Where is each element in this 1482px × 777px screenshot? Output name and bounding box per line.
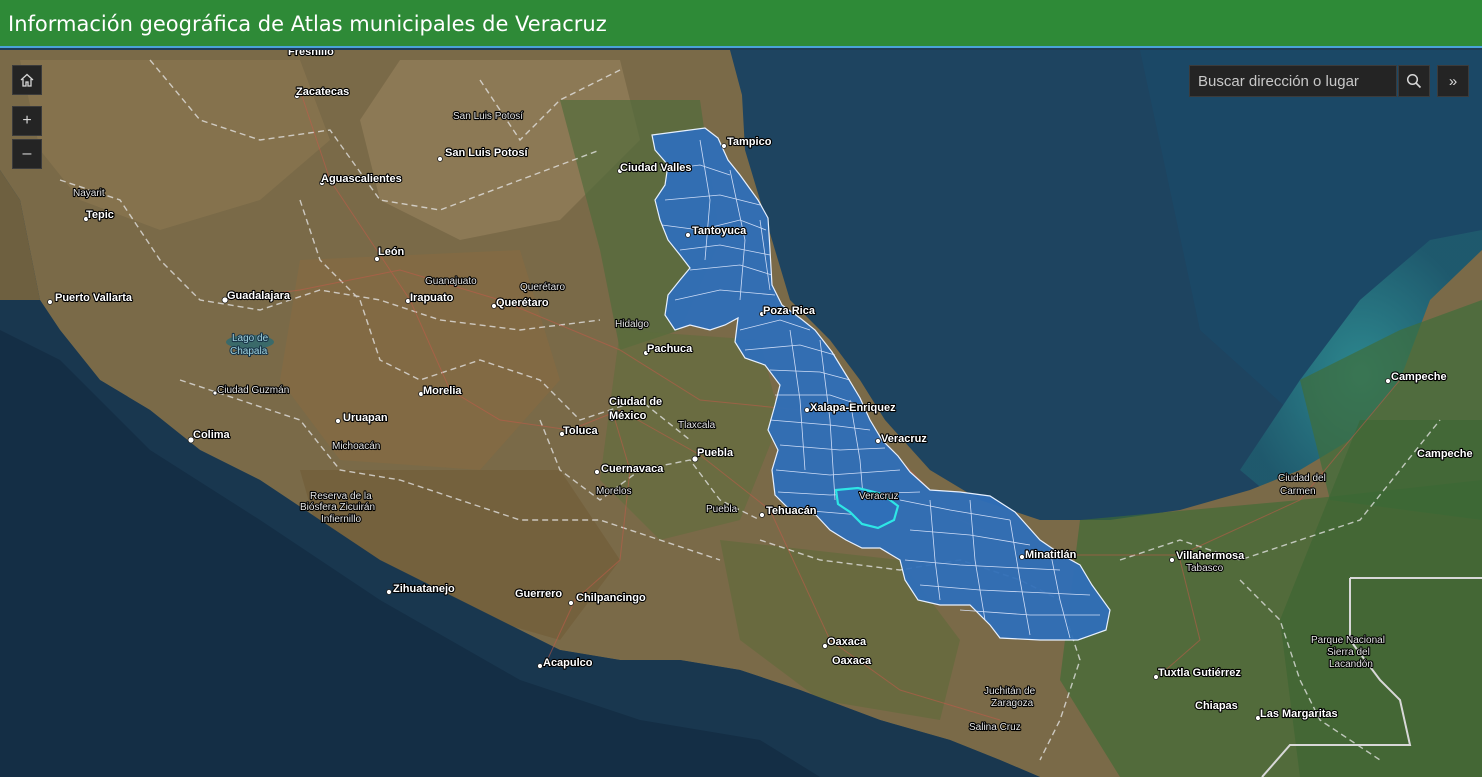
- satellite-basemap: Fresnillo Zacatecas San Luis Potosí San …: [0, 50, 1482, 777]
- search-box: [1189, 65, 1397, 97]
- place-label: Tampico: [727, 136, 772, 148]
- place-label: Veracruz: [881, 433, 927, 445]
- place-label: Irapuato: [410, 292, 454, 304]
- place-label: Villahermosa: [1176, 550, 1245, 562]
- place-label: Juchitán de: [984, 686, 1036, 697]
- place-label: Zihuatanejo: [393, 583, 455, 595]
- place-label: Ciudad del: [1278, 473, 1326, 484]
- place-label: Querétaro: [496, 297, 549, 309]
- zoom-out-button[interactable]: –: [12, 139, 42, 169]
- zoom-in-button[interactable]: +: [12, 106, 42, 136]
- place-label: Morelia: [423, 385, 462, 397]
- place-label: Ciudad de: [609, 396, 662, 408]
- place-label: Colima: [193, 429, 231, 441]
- place-label: Ciudad Guzmán: [217, 385, 289, 396]
- place-label: Toluca: [563, 425, 599, 437]
- place-label: Acapulco: [543, 657, 593, 669]
- app-title: Información geográfica de Atlas municipa…: [8, 12, 607, 36]
- place-label: Tabasco: [1186, 563, 1224, 574]
- place-label: Tuxtla Gutiérrez: [1158, 667, 1241, 679]
- place-label: Tlaxcala: [678, 420, 716, 431]
- place-label: Puebla: [697, 447, 734, 459]
- place-label: Morelos: [596, 486, 632, 497]
- place-label: Querétaro: [520, 282, 565, 293]
- place-label: Fresnillo: [288, 50, 334, 58]
- place-label: Guanajuato: [425, 276, 477, 287]
- place-label: Tepic: [86, 209, 114, 221]
- place-label: Cuernavaca: [601, 463, 664, 475]
- chevron-double-right-icon: »: [1448, 72, 1458, 90]
- place-label: Veracruz: [859, 491, 898, 502]
- place-label: Las Margaritas: [1260, 708, 1338, 720]
- place-label: Infiernillo: [321, 514, 361, 525]
- place-label: Hidalgo: [615, 319, 649, 330]
- place-label: Reserva de la: [310, 491, 372, 502]
- place-label: Parque Nacional: [1311, 635, 1385, 646]
- map-view[interactable]: Fresnillo Zacatecas San Luis Potosí San …: [0, 50, 1482, 777]
- place-label: San Luis Potosí: [445, 147, 528, 159]
- place-label: Tehuacán: [766, 505, 817, 517]
- search-button[interactable]: [1398, 65, 1430, 97]
- search-input[interactable]: [1190, 66, 1396, 96]
- place-label: Michoacán: [332, 441, 380, 452]
- place-label: Uruapan: [343, 412, 388, 424]
- water-label: Chapala: [230, 346, 268, 357]
- place-label: Puerto Vallarta: [55, 292, 133, 304]
- place-label: Xalapa-Enriquez: [810, 402, 896, 414]
- place-label: Tantoyuca: [692, 225, 747, 237]
- place-label: Guerrero: [515, 588, 562, 600]
- home-icon: [20, 73, 34, 87]
- place-label: Aguascalientes: [321, 173, 402, 185]
- home-button[interactable]: [12, 65, 42, 95]
- place-label: Nayarit: [73, 188, 105, 199]
- place-label: Campeche: [1391, 371, 1447, 383]
- place-label: Minatitlán: [1025, 549, 1077, 561]
- place-label: Poza Rica: [763, 305, 816, 317]
- water-label: Lago de: [232, 333, 269, 344]
- place-label: Pachuca: [647, 343, 693, 355]
- place-label: Chiapas: [1195, 700, 1238, 712]
- place-label: León: [378, 246, 405, 258]
- place-label: México: [609, 410, 647, 422]
- place-label: San Luis Potosí: [453, 111, 523, 122]
- place-label: Zaragoza: [991, 698, 1034, 709]
- place-label: Biósfera Zicuirán: [300, 502, 375, 513]
- place-label: Zacatecas: [296, 86, 349, 98]
- search-icon: [1406, 73, 1422, 89]
- expand-button[interactable]: »: [1437, 65, 1469, 97]
- app-header: Información geográfica de Atlas municipa…: [0, 0, 1482, 48]
- place-label: Salina Cruz: [969, 722, 1021, 733]
- plus-icon: +: [22, 112, 32, 129]
- place-label: Sierra del: [1327, 647, 1370, 658]
- place-label: Chilpancingo: [576, 592, 646, 604]
- place-label: Ciudad Valles: [620, 162, 692, 174]
- place-label: Puebla: [706, 504, 738, 515]
- place-label: Oaxaca: [832, 655, 872, 667]
- place-label: Oaxaca: [827, 636, 867, 648]
- place-label: Carmen: [1280, 486, 1316, 497]
- place-label: Lacandón: [1329, 659, 1373, 670]
- place-label: Guadalajara: [227, 290, 291, 302]
- minus-icon: –: [22, 145, 32, 162]
- place-label: Campeche: [1417, 448, 1473, 460]
